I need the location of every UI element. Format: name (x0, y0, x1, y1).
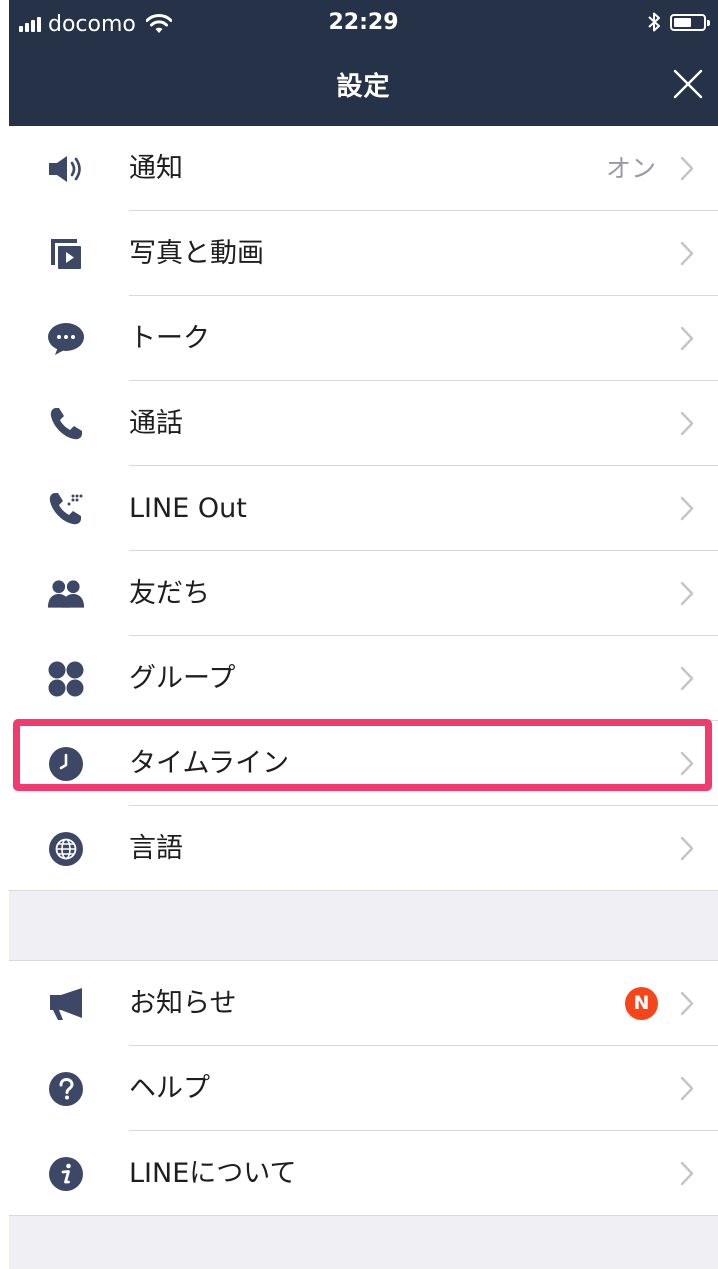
battery-icon (670, 13, 710, 31)
chevron-right-icon (680, 411, 694, 436)
settings-item-label: 友だち (129, 578, 210, 609)
bluetooth-icon (648, 12, 660, 32)
settings-screen: docomo 22:29 設定 通知 オン 写真と動画 トーク 通話 LINE … (9, 0, 718, 1269)
bottom-spacer (9, 1216, 718, 1269)
chevron-right-icon (680, 581, 694, 606)
settings-item-label: お知らせ (129, 988, 237, 1019)
section-divider (9, 891, 718, 961)
clock-icon (47, 745, 85, 783)
megaphone-icon (47, 985, 85, 1023)
close-icon[interactable] (672, 68, 704, 100)
settings-item-photos-videos[interactable]: 写真と動画 (9, 211, 718, 296)
speaker-icon (47, 150, 85, 188)
chevron-right-icon (680, 1161, 694, 1186)
status-time: 22:29 (328, 10, 399, 35)
settings-item-announcements[interactable]: お知らせ N (9, 961, 718, 1046)
settings-item-about[interactable]: LINEについて (9, 1131, 718, 1216)
media-play-icon (47, 235, 85, 273)
new-badge: N (625, 987, 658, 1020)
info-icon (47, 1155, 85, 1193)
chevron-right-icon (680, 326, 694, 351)
settings-item-label: 写真と動画 (129, 238, 264, 269)
friends-icon (47, 575, 85, 613)
chevron-right-icon (680, 496, 694, 521)
phone-icon (47, 405, 85, 443)
settings-item-label: タイムライン (129, 748, 290, 779)
settings-item-label: 通話 (129, 408, 183, 439)
chevron-right-icon (680, 156, 694, 181)
system-indicators (648, 11, 710, 33)
settings-item-timeline[interactable]: タイムライン (9, 721, 718, 806)
settings-list-info: お知らせ N ヘルプ LINEについて (9, 961, 718, 1216)
notifications-status-value: オン (605, 154, 656, 183)
settings-item-friends[interactable]: 友だち (9, 551, 718, 636)
settings-item-line-out[interactable]: LINE Out (9, 466, 718, 551)
chevron-right-icon (680, 241, 694, 266)
settings-item-groups[interactable]: グループ (9, 636, 718, 721)
globe-icon (47, 830, 85, 868)
settings-item-label: トーク (129, 323, 210, 354)
settings-item-language[interactable]: 言語 (9, 806, 718, 891)
chat-bubble-icon (47, 320, 85, 358)
groups-icon (47, 660, 85, 698)
settings-item-label: ヘルプ (129, 1073, 210, 1104)
status-bar: docomo 22:29 (9, 0, 718, 48)
nav-bar: docomo 22:29 設定 (9, 0, 718, 126)
phone-out-icon (47, 490, 85, 528)
settings-item-label: 言語 (129, 833, 183, 864)
settings-item-label: 通知 (129, 153, 183, 184)
chevron-right-icon (680, 991, 694, 1016)
settings-item-notifications[interactable]: 通知 オン (9, 126, 718, 211)
settings-item-help[interactable]: ヘルプ (9, 1046, 718, 1131)
help-icon (47, 1070, 85, 1108)
settings-item-label: LINEについて (129, 1158, 297, 1189)
chevron-right-icon (680, 751, 694, 776)
settings-item-talk[interactable]: トーク (9, 296, 718, 381)
settings-item-label: グループ (129, 663, 236, 694)
settings-item-label: LINE Out (129, 493, 247, 524)
settings-item-calls[interactable]: 通話 (9, 381, 718, 466)
chevron-right-icon (680, 836, 694, 861)
chevron-right-icon (680, 666, 694, 691)
chevron-right-icon (680, 1076, 694, 1101)
settings-list-main: 通知 オン 写真と動画 トーク 通話 LINE Out 友だち グループ タイム… (9, 126, 718, 891)
page-title: 設定 (336, 72, 391, 102)
